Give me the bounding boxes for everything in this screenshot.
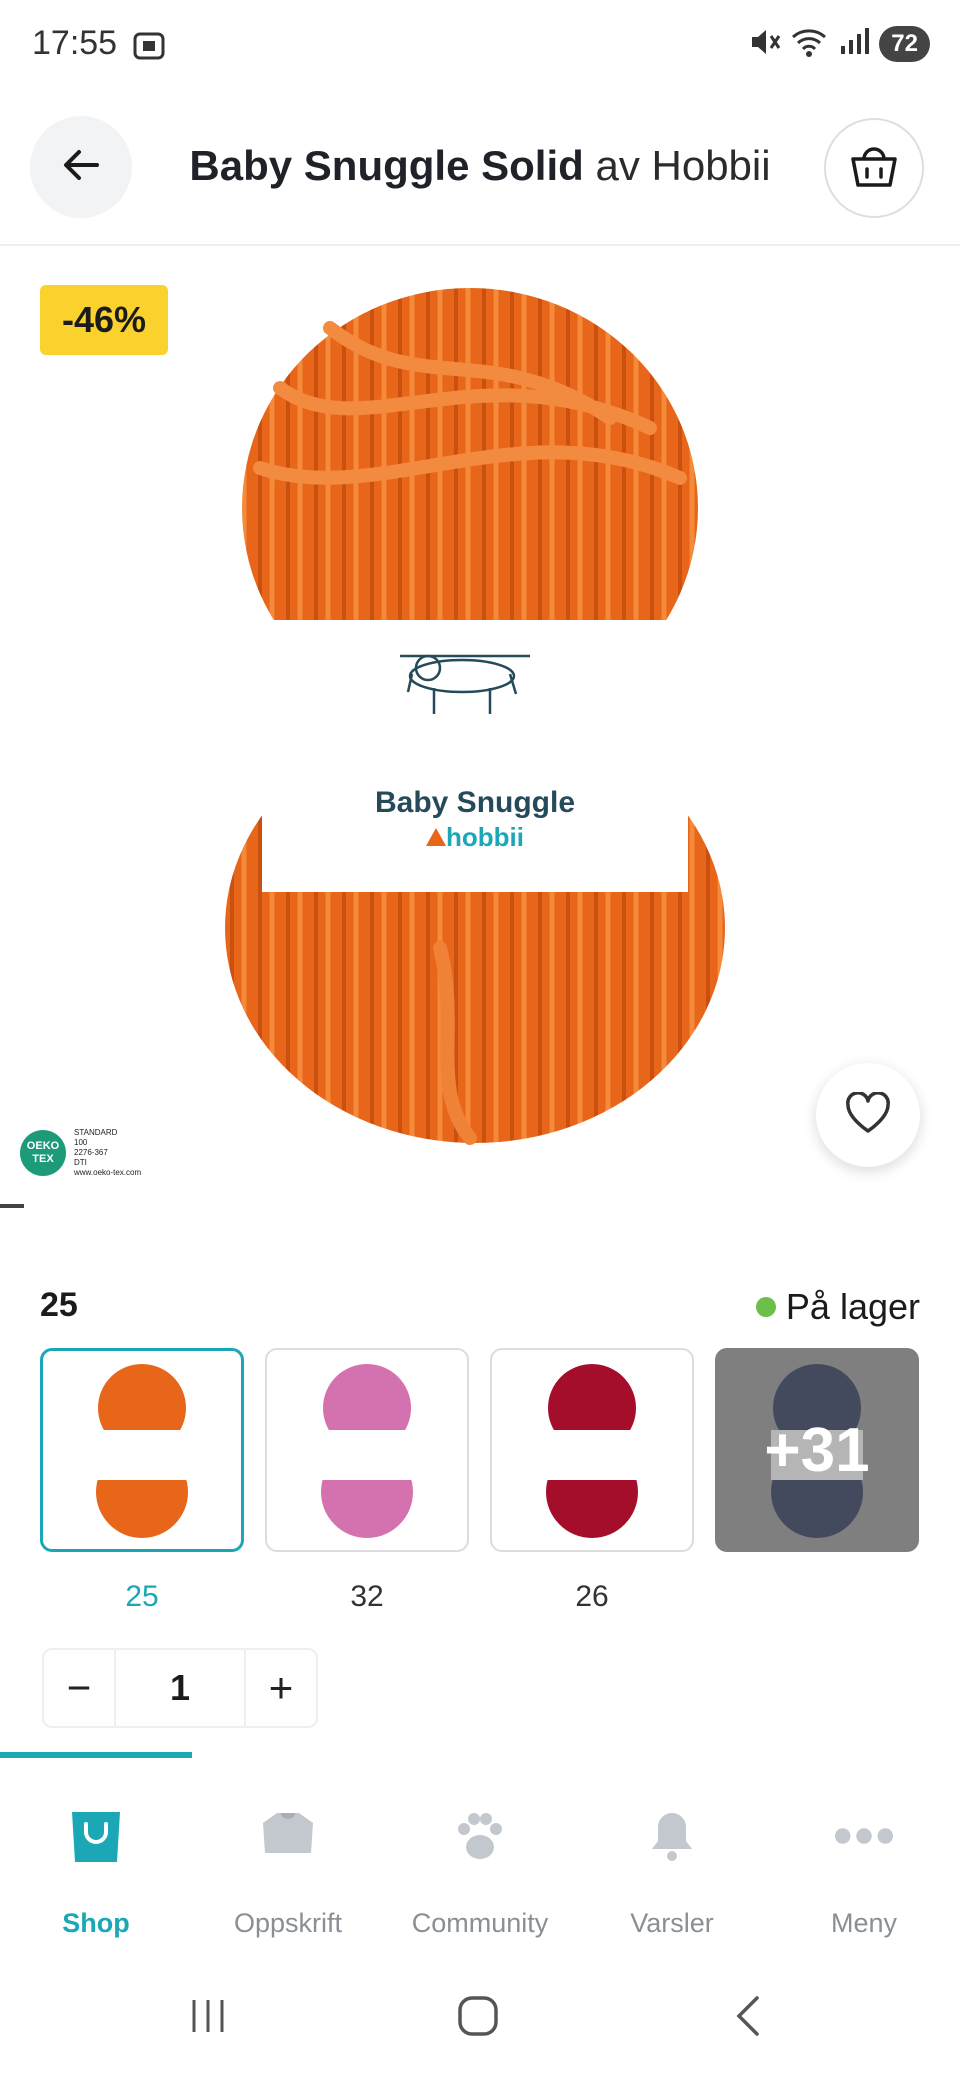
- nav-label-shop: Shop: [62, 1908, 130, 1938]
- cart-button[interactable]: [824, 118, 924, 218]
- shopping-basket-icon: [849, 143, 899, 194]
- certification-lab: DTI: [74, 1158, 87, 1167]
- swatch-32[interactable]: [265, 1348, 469, 1552]
- brand-name: Hobbii: [651, 142, 771, 189]
- screenshot-icon: [132, 28, 166, 67]
- favorite-button[interactable]: [816, 1063, 920, 1167]
- nav-item-oppskrift[interactable]: Oppskrift: [192, 1758, 384, 1948]
- nav-item-community[interactable]: Community: [384, 1758, 576, 1948]
- swatch-label-32: 32: [350, 1580, 384, 1613]
- product-name: Baby Snuggle Solid: [189, 142, 584, 189]
- status-bar: 17:55 72: [0, 0, 960, 92]
- arrow-left-icon: [61, 147, 101, 188]
- nav-item-varsler[interactable]: Varsler: [576, 1758, 768, 1948]
- nav-item-meny[interactable]: Meny: [768, 1758, 960, 1948]
- heart-icon: [845, 1090, 891, 1139]
- bottom-navigation: Shop Oppskrift Community Varsler Meny: [0, 1758, 960, 1948]
- home-button[interactable]: [448, 1988, 508, 2048]
- nav-item-shop[interactable]: Shop: [0, 1758, 192, 1948]
- selected-color-number: 25: [40, 1286, 78, 1324]
- more-colors-button[interactable]: +31: [715, 1348, 919, 1552]
- swatch-image: [321, 1364, 413, 1538]
- image-pager-indicator: [0, 1204, 24, 1208]
- certification-number: 100: [74, 1138, 88, 1147]
- color-swatches: +31: [40, 1348, 920, 1558]
- wifi-icon: [791, 27, 829, 62]
- discount-badge: -46%: [40, 285, 169, 355]
- nav-label-community: Community: [411, 1908, 549, 1938]
- product-image: Baby Snuggle hobbii: [225, 288, 725, 1145]
- paw-icon: [450, 1806, 510, 1866]
- swatch-label-25: 25: [125, 1580, 159, 1613]
- color-info: 25 På lager: [40, 1282, 920, 1332]
- header: Baby Snuggle Solid av Hobbii: [0, 108, 960, 246]
- stock-status: På lager: [755, 1286, 920, 1328]
- certification-standard: STANDARD: [74, 1128, 118, 1137]
- more-dots-icon: [834, 1806, 894, 1866]
- swatch-image: [546, 1364, 638, 1538]
- recent-apps-icon: [186, 1996, 230, 2041]
- stock-status-label: På lager: [785, 1286, 920, 1327]
- quantity-value[interactable]: 1: [114, 1650, 246, 1726]
- swatch-image: [96, 1364, 188, 1538]
- certification-site: www.oeko-tex.com: [74, 1168, 142, 1177]
- oeko-tex-logo: OEKO TEX: [20, 1130, 66, 1176]
- product-image-area[interactable]: -46% Baby Snuggle hobbii OEKO TEX STANDA…: [0, 248, 960, 1208]
- swatch-26[interactable]: [490, 1348, 694, 1552]
- chevron-left-icon: [733, 1994, 763, 2043]
- mute-icon: [749, 27, 781, 62]
- swatch-25[interactable]: [40, 1348, 244, 1552]
- signal-icon: [839, 27, 870, 61]
- system-back-button[interactable]: [718, 1988, 778, 2048]
- system-navigation-bar: [0, 1960, 960, 2080]
- certification-code: 2276-367: [74, 1148, 108, 1157]
- decrement-button[interactable]: −: [44, 1650, 114, 1726]
- shop-bag-icon: [66, 1806, 126, 1866]
- quantity-stepper: − 1 +: [42, 1648, 318, 1728]
- nav-label-varsler: Varsler: [630, 1908, 714, 1938]
- title-separator: av: [583, 142, 652, 189]
- battery-indicator: 72: [879, 26, 930, 62]
- recent-apps-button[interactable]: [178, 1988, 238, 2048]
- status-time: 17:55: [32, 24, 118, 62]
- page-title: Baby Snuggle Solid av Hobbii: [150, 142, 810, 190]
- home-icon: [456, 1994, 500, 2043]
- stock-indicator-dot: [755, 1297, 776, 1317]
- bell-icon: [642, 1806, 702, 1866]
- more-colors-count: +31: [764, 1415, 870, 1485]
- back-button[interactable]: [30, 116, 132, 218]
- status-icons: 72: [749, 26, 930, 62]
- sweater-icon: [258, 1806, 318, 1866]
- nav-label-oppskrift: Oppskrift: [233, 1908, 343, 1938]
- nav-label-meny: Meny: [830, 1908, 898, 1938]
- label-brand: hobbii: [446, 822, 524, 852]
- swatch-label-26: 26: [575, 1580, 609, 1613]
- increment-button[interactable]: +: [246, 1650, 316, 1726]
- oeko-tex-label: OEKO TEX STANDARD 100 2276-367 DTI www.o…: [20, 1128, 141, 1178]
- label-product-name: Baby Snuggle: [375, 786, 575, 819]
